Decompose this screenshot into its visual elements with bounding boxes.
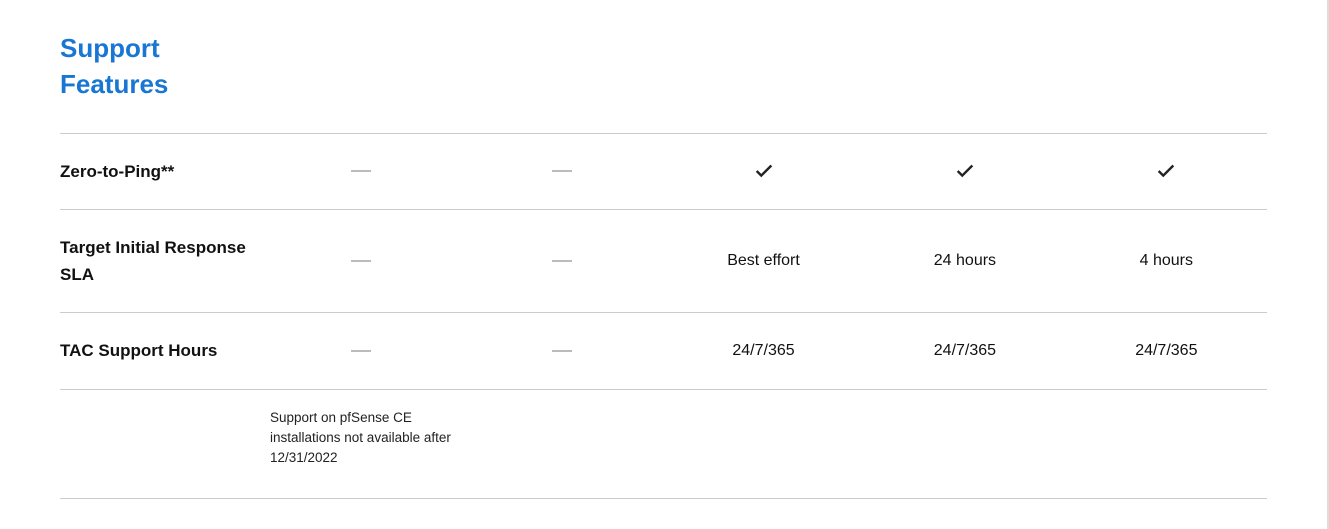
dash-icon: [351, 350, 371, 352]
check-icon: [954, 160, 976, 182]
table-cell: [260, 342, 461, 360]
table-cell: Best effort: [663, 252, 864, 270]
dash-icon: [552, 170, 572, 172]
row-cells: 24/7/36524/7/36524/7/365: [260, 342, 1267, 360]
table-cell: [461, 160, 662, 182]
table-cell: 24/7/365: [1066, 342, 1267, 360]
footnote-cell: [461, 408, 662, 469]
table-cell: 24/7/365: [663, 342, 864, 360]
row-label: TAC Support Hours: [60, 337, 260, 364]
footnote-cell: [864, 408, 1065, 469]
table-row: Target Initial Response SLA Best effort2…: [60, 209, 1267, 312]
row-cells: Best effort24 hours4 hours: [260, 252, 1267, 270]
table-cell: [260, 252, 461, 270]
footnote-cell: Support on pfSense CE installations not …: [260, 408, 461, 469]
dash-icon: [351, 170, 371, 172]
row-label: Zero-to-Ping**: [60, 158, 260, 185]
row-label: Target Initial Response SLA: [60, 234, 260, 288]
section-title: Support Features: [60, 30, 260, 103]
check-icon: [1155, 160, 1177, 182]
row-cells: [260, 160, 1267, 182]
footnote-spacer: [60, 408, 260, 469]
table-cell: [461, 342, 662, 360]
table-row: Zero-to-Ping**: [60, 133, 1267, 209]
check-icon: [753, 160, 775, 182]
footnote-cells: Support on pfSense CE installations not …: [260, 408, 1267, 469]
table-cell: 24/7/365: [864, 342, 1065, 360]
table-cell: [461, 252, 662, 270]
table-cell: [663, 160, 864, 182]
table-row: TAC Support Hours 24/7/36524/7/36524/7/3…: [60, 312, 1267, 388]
table-cell: 4 hours: [1066, 252, 1267, 270]
table-cell: [260, 160, 461, 182]
footnote-row: Support on pfSense CE installations not …: [60, 389, 1267, 500]
dash-icon: [351, 260, 371, 262]
footnote-cell: [663, 408, 864, 469]
table-cell: 24 hours: [864, 252, 1065, 270]
dash-icon: [552, 260, 572, 262]
table-cell: [1066, 160, 1267, 182]
table-cell: [864, 160, 1065, 182]
footnote-cell: [1066, 408, 1267, 469]
support-features-table: Zero-to-Ping** Target Initial Response S…: [60, 133, 1267, 500]
dash-icon: [552, 350, 572, 352]
